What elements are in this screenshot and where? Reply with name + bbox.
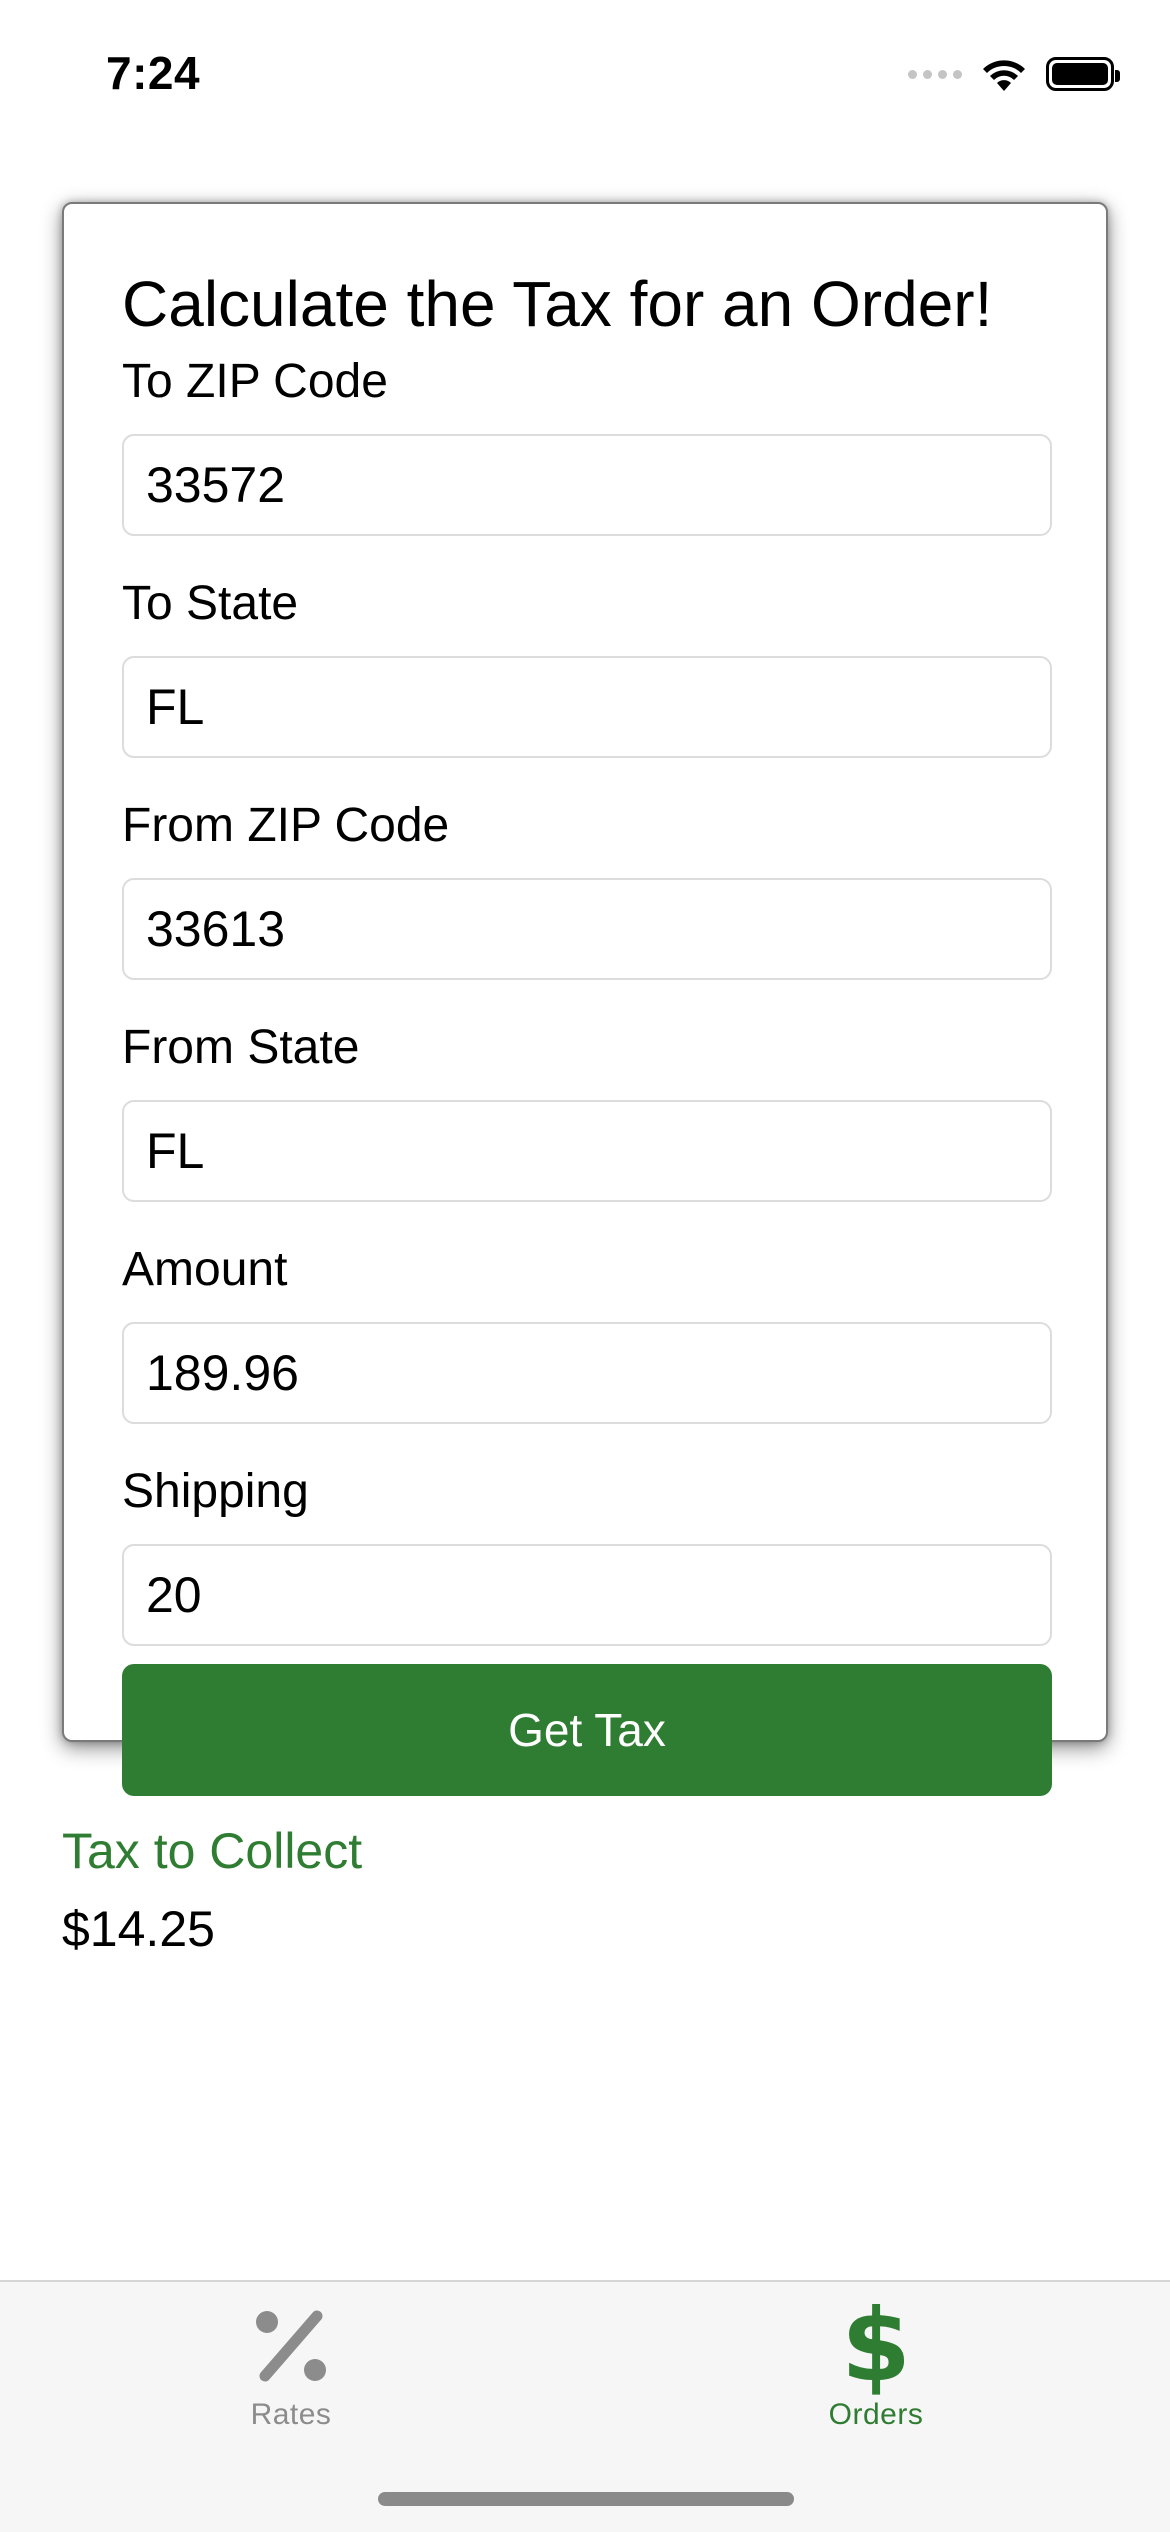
- status-icons: [908, 54, 1120, 94]
- amount-label: Amount: [122, 1243, 288, 1296]
- home-indicator: [378, 2492, 794, 2506]
- tab-rates-label: Rates: [250, 2398, 332, 2431]
- shipping-input[interactable]: 20: [122, 1544, 1052, 1646]
- status-bar: 7:24: [0, 0, 1170, 150]
- get-tax-button[interactable]: Get Tax: [122, 1664, 1052, 1796]
- wifi-icon: [983, 60, 1025, 91]
- amount-field: Amount 189.96: [122, 1240, 1052, 1424]
- amount-input[interactable]: 189.96: [122, 1322, 1052, 1424]
- to-state-label: To State: [122, 577, 299, 630]
- battery-icon: [1046, 57, 1120, 91]
- tax-result-label: Tax to Collect: [62, 1823, 363, 1879]
- shipping-field: Shipping 20: [122, 1462, 1052, 1646]
- to-state-input[interactable]: FL: [122, 656, 1052, 758]
- tab-orders-label: Orders: [828, 2398, 924, 2431]
- from-state-field: From State FL: [122, 1018, 1052, 1202]
- tax-result: Tax to Collect $14.25: [62, 1816, 362, 1964]
- from-state-input[interactable]: FL: [122, 1100, 1052, 1202]
- to-zip-field: To ZIP Code 33572: [122, 352, 1052, 536]
- from-zip-input[interactable]: 33613: [122, 878, 1052, 980]
- shipping-label: Shipping: [122, 1465, 309, 1518]
- dollar-icon: $: [841, 2287, 911, 2404]
- tab-bar: Rates $ Orders: [0, 2280, 1170, 2532]
- from-state-label: From State: [122, 1021, 360, 1074]
- to-state-field: To State FL: [122, 574, 1052, 758]
- form-title: Calculate the Tax for an Order!: [122, 268, 993, 340]
- tab-rates[interactable]: Rates: [141, 2296, 441, 2432]
- to-zip-input[interactable]: 33572: [122, 434, 1052, 536]
- signal-dots-icon: [908, 69, 962, 79]
- tab-orders[interactable]: $ Orders: [726, 2296, 1026, 2432]
- to-zip-label: To ZIP Code: [122, 355, 388, 408]
- tax-form-card: Calculate the Tax for an Order! To ZIP C…: [62, 202, 1108, 1796]
- status-time: 7:24: [106, 47, 201, 99]
- from-zip-field: From ZIP Code 33613: [122, 796, 1052, 980]
- tax-result-value: $14.25: [62, 1901, 215, 1957]
- from-zip-label: From ZIP Code: [122, 799, 450, 852]
- percent-icon: [241, 2296, 341, 2396]
